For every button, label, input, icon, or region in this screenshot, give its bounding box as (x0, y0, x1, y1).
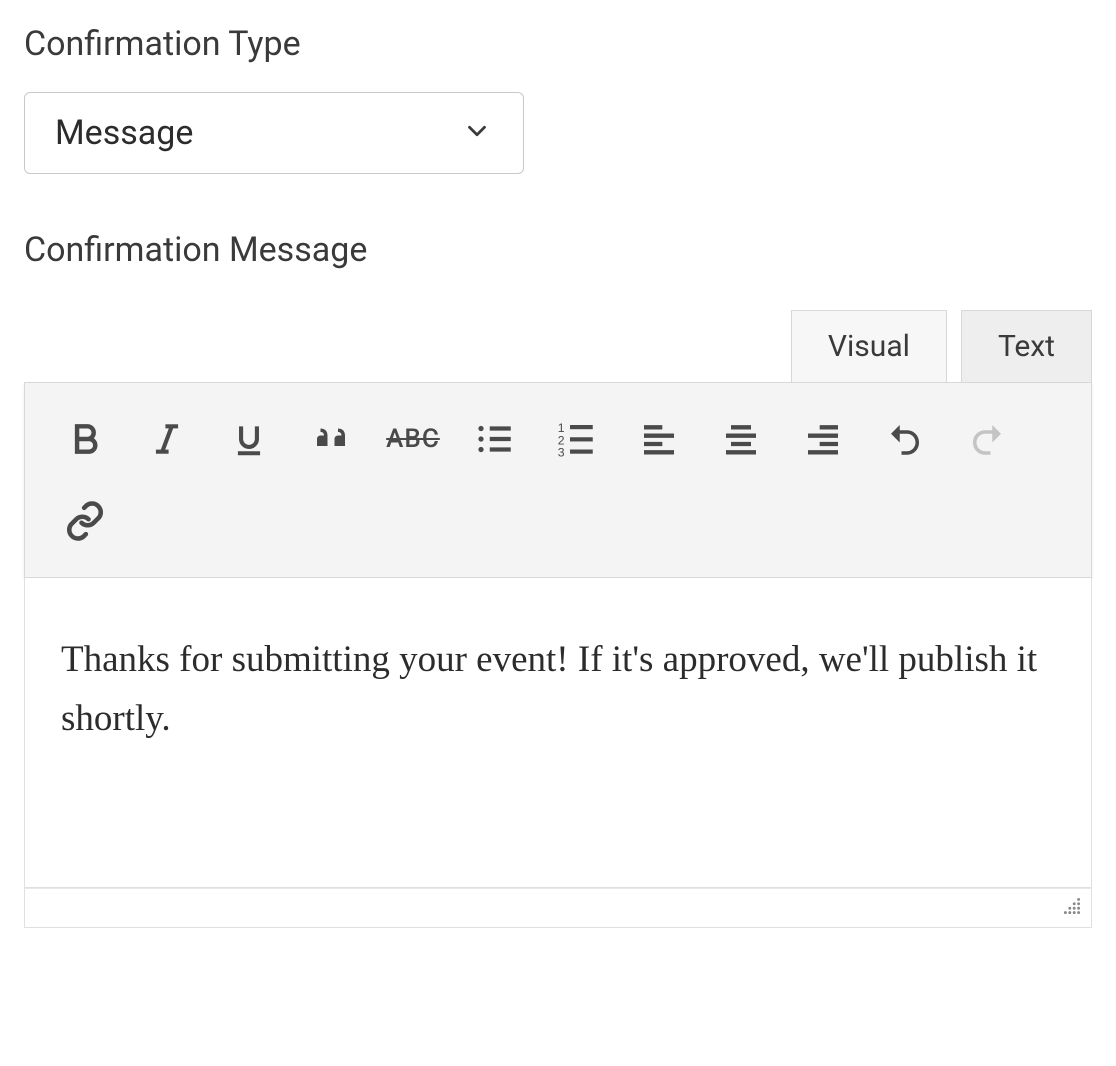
confirmation-message-label: Confirmation Message (24, 230, 1092, 270)
strikethrough-button[interactable]: ABC (375, 401, 451, 477)
redo-button[interactable] (949, 401, 1025, 477)
editor-content-area[interactable]: Thanks for submitting your event! If it'… (24, 578, 1092, 888)
bold-icon (66, 420, 104, 458)
undo-button[interactable] (867, 401, 943, 477)
align-center-icon (721, 419, 761, 459)
numbered-list-icon: 123 (556, 418, 598, 460)
confirmation-type-label: Confirmation Type (24, 24, 1092, 64)
bulleted-list-button[interactable] (457, 401, 533, 477)
confirmation-message-section: Confirmation Message Visual Text (24, 230, 1092, 928)
confirmation-type-section: Confirmation Type Message (24, 24, 1092, 230)
svg-text:3: 3 (558, 446, 565, 460)
quote-icon (310, 418, 352, 460)
italic-icon (148, 420, 186, 458)
bold-button[interactable] (47, 401, 123, 477)
redo-icon (966, 418, 1008, 460)
undo-icon (884, 418, 926, 460)
link-button[interactable] (47, 483, 123, 559)
align-right-button[interactable] (785, 401, 861, 477)
align-center-button[interactable] (703, 401, 779, 477)
editor-toolbar: ABC 123 (24, 382, 1092, 578)
tab-text[interactable]: Text (961, 310, 1092, 382)
link-icon (64, 500, 106, 542)
blockquote-button[interactable] (293, 401, 369, 477)
editor-footer (24, 888, 1092, 928)
rich-text-editor: Visual Text (24, 310, 1092, 928)
align-left-icon (639, 419, 679, 459)
numbered-list-button[interactable]: 123 (539, 401, 615, 477)
tab-visual[interactable]: Visual (791, 310, 947, 382)
editor-tabs: Visual Text (24, 310, 1092, 382)
underline-button[interactable] (211, 401, 287, 477)
confirmation-type-select-wrap[interactable]: Message (24, 92, 524, 174)
editor-text[interactable]: Thanks for submitting your event! If it'… (61, 630, 1055, 748)
align-left-button[interactable] (621, 401, 697, 477)
strikethrough-icon: ABC (386, 424, 440, 454)
bulleted-list-icon (474, 418, 516, 460)
align-right-icon (803, 419, 843, 459)
underline-icon (230, 420, 268, 458)
confirmation-type-select[interactable]: Message (24, 92, 524, 174)
italic-button[interactable] (129, 401, 205, 477)
resize-handle-icon[interactable] (1061, 895, 1083, 921)
